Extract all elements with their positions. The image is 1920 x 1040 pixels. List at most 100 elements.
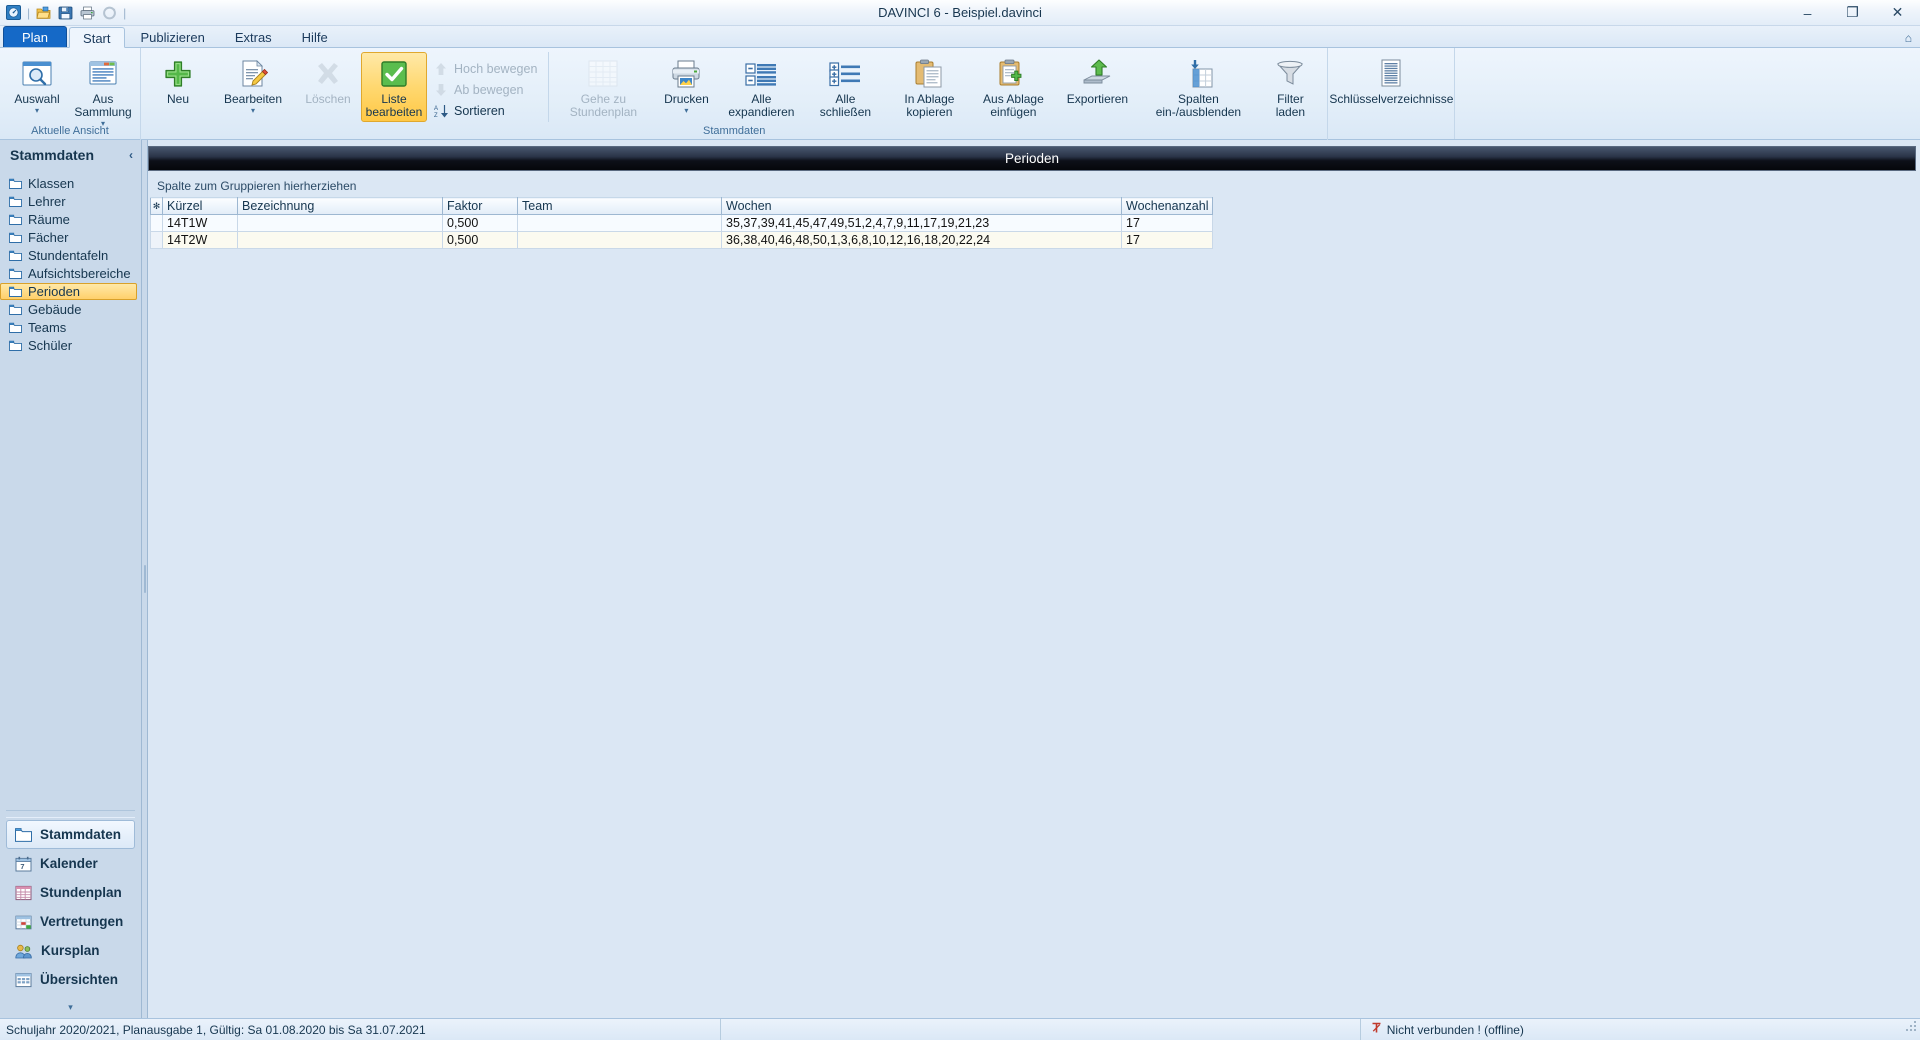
sidebar-item-lehrer[interactable]: Lehrer [0,193,137,210]
column-header-bezeichnung[interactable]: Bezeichnung [237,197,443,215]
liste-bearbeiten-label: Liste bearbeiten [366,93,423,119]
column-header-wochenanzahl[interactable]: Wochenanzahl [1120,197,1214,215]
nav-item-label: Kursplan [41,943,100,958]
folder-icon [9,268,22,279]
row-indicator-cell[interactable] [150,214,163,232]
status-bar: Schuljahr 2020/2021, Planausgabe 1, Gült… [0,1018,1920,1040]
bearbeiten-caret-icon[interactable]: ▾ [251,107,255,115]
cell-wochen[interactable]: 36,38,40,46,48,50,1,3,6,8,10,12,16,18,20… [721,231,1122,249]
disconnected-icon [1371,1022,1382,1037]
module-nav-list[interactable]: Stammdaten 7 Kalender Stundenplan Vertretung… [0,820,141,996]
export-icon [1081,57,1113,91]
open-icon[interactable] [34,3,53,22]
nav-item-stammdaten[interactable]: Stammdaten [6,820,135,849]
neu-button[interactable]: Neu [145,52,211,118]
sidebar-item-r-ume[interactable]: Räume [0,211,137,228]
status-cell-empty-1 [719,1018,1360,1040]
sidebar-item-sch-ler[interactable]: Schüler [0,337,137,354]
alle-schliessen-line2: schließen [819,105,872,119]
cell-faktor[interactable]: 0,500 [442,231,518,249]
sidebar-item-teams[interactable]: Teams [0,319,137,336]
sidebar-item-aufsichtsbereiche[interactable]: Aufsichtsbereiche [0,265,137,282]
resize-grip[interactable] [1904,1019,1920,1040]
stammdaten-tree[interactable]: Klassen Lehrer Räume Fächer Stundentafeln Auf… [0,170,141,355]
sidebar-item-f-cher[interactable]: Fächer [0,229,137,246]
filter-laden-button[interactable]: Filter laden [1257,52,1323,122]
window-controls[interactable]: – ❐ ✕ [1785,0,1920,26]
sortieren-button[interactable]: AZ Sortieren [427,100,544,121]
cell-team[interactable] [517,214,722,232]
bearbeiten-button[interactable]: Bearbeiten ▾ [211,52,295,118]
tab-extras[interactable]: Extras [221,26,286,47]
drucken-caret-icon[interactable]: ▾ [684,107,688,115]
nav-item-label: Stammdaten [40,827,122,842]
course-people-icon [15,943,33,959]
cell-k-rzel[interactable]: 14T1W [162,214,238,232]
schluesselverzeichnisse-button[interactable]: Schlüsselverzeichnisse [1329,52,1453,118]
nav-item-vertretungen[interactable]: Vertretungen [6,907,135,936]
spalten-ein-ausblenden-button[interactable]: Spalten ein-/ausblenden [1139,52,1257,122]
cell-bezeichnung[interactable] [237,214,443,232]
print-icon[interactable] [78,3,97,22]
tab-publizieren[interactable]: Publizieren [127,26,219,47]
nav-item-kursplan[interactable]: Kursplan [6,936,135,965]
group-label-stammdaten: Stammdaten [703,125,766,137]
column-header-team[interactable]: Team [517,197,722,215]
splitter-grip[interactable] [143,565,146,593]
folder-icon [9,304,22,315]
davinci-logo-icon[interactable] [4,3,23,22]
cell-wochenanzahl[interactable]: 17 [1120,231,1214,249]
group-by-panel[interactable]: Spalte zum Gruppieren hierherziehen [150,175,1916,197]
cell-k-rzel[interactable]: 14T2W [162,231,238,249]
status-schoolyear: Schuljahr 2020/2021, Planausgabe 1, Gült… [6,1022,426,1037]
perioden-table[interactable]: ✻ Kürzel Bezeichnung Faktor Team Wochen Wochen… [150,197,1214,249]
alle-schliessen-button[interactable]: Alle schließen [803,52,887,122]
maximize-button[interactable]: ❐ [1830,0,1875,26]
alle-schliessen-line1: Alle [835,92,856,106]
sidebar-item-geb-ude[interactable]: Gebäude [0,301,137,318]
table-row[interactable]: 14T1W 0,500 35,37,39,41,45,47,49,51,2,4,7,… [150,214,1214,232]
nav-more-icon[interactable]: ▾ [0,996,141,1018]
tab-plan[interactable]: Plan [3,26,68,47]
column-header-k-rzel[interactable]: Kürzel [162,197,238,215]
table-row[interactable]: 14T2W 0,500 36,38,40,46,48,50,1,3,6,8,10,1… [150,231,1214,249]
close-button[interactable]: ✕ [1875,0,1920,26]
save-icon[interactable] [56,3,75,22]
table-body[interactable]: 14T1W 0,500 35,37,39,41,45,47,49,51,2,4,7,… [150,214,1214,249]
alle-expandieren-button[interactable]: Alle expandieren [719,52,803,122]
nav-item-kalender[interactable]: 7 Kalender [6,849,135,878]
help-icon[interactable]: ⌂ [1905,31,1912,45]
aus-ablage-einfuegen-button[interactable]: Aus Ablage einfügen [971,52,1055,122]
auswahl-caret-icon[interactable]: ▾ [35,107,39,115]
aus-sammlung-line1: Aus [92,92,114,106]
tab-hilfe[interactable]: Hilfe [288,26,342,47]
column-header-faktor[interactable]: Faktor [442,197,518,215]
sidebar-item-klassen[interactable]: Klassen [0,175,137,192]
exportieren-button[interactable]: Exportieren [1055,52,1139,118]
cell-team[interactable] [517,231,722,249]
quick-access-toolbar[interactable]: | | [0,3,127,22]
cell-wochen[interactable]: 35,37,39,41,45,47,49,51,2,4,7,9,11,17,19… [721,214,1122,232]
tab-start[interactable]: Start [69,27,125,48]
nav-item--bersichten[interactable]: Übersichten [6,965,135,994]
cell-bezeichnung[interactable] [237,231,443,249]
auswahl-button[interactable]: Auswahl ▾ [4,52,70,118]
nav-item-stundenplan[interactable]: Stundenplan [6,878,135,907]
column-header-wochen[interactable]: Wochen [721,197,1122,215]
liste-bearbeiten-button[interactable]: Liste bearbeiten [361,52,427,122]
drucken-button[interactable]: Drucken ▾ [653,52,719,118]
sort-az-icon: AZ [434,104,448,118]
ribbon-tabs[interactable]: Plan Start Publizieren Extras Hilfe ⌂ [0,26,1920,48]
sidebar-item-perioden[interactable]: Perioden [0,283,137,300]
in-ablage-kopieren-button[interactable]: In Ablage kopieren [887,52,971,122]
collapse-panel-icon[interactable]: ‹ [129,148,133,162]
cell-faktor[interactable]: 0,500 [442,214,518,232]
sidebar-item-stundentafeln[interactable]: Stundentafeln [0,247,137,264]
row-indicator-cell[interactable] [150,231,163,249]
aus-sammlung-button[interactable]: Aus Sammlung ▾ [70,52,136,131]
cell-wochenanzahl[interactable]: 17 [1120,214,1214,232]
data-grid[interactable]: ✻ Kürzel Bezeichnung Faktor Team Wochen Wochen… [150,197,1916,1018]
tree-header: Stammdaten ‹ [0,140,141,170]
minimize-button[interactable]: – [1785,0,1830,26]
